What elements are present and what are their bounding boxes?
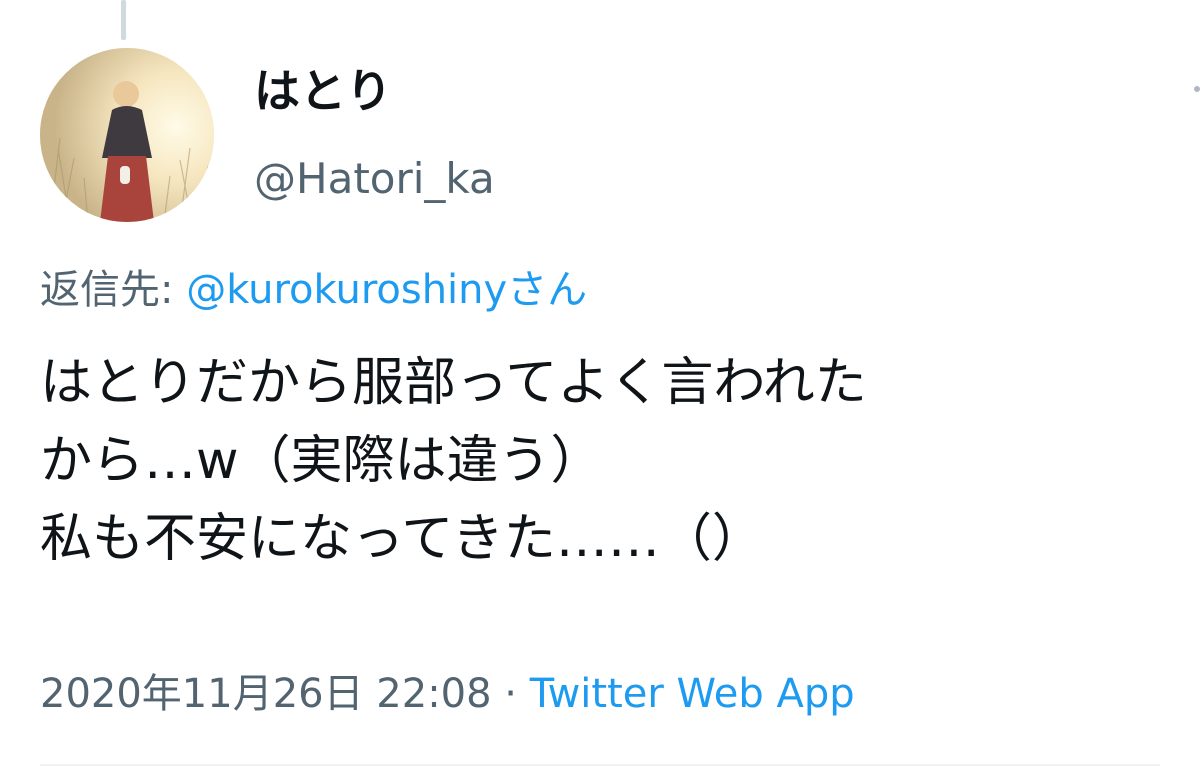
tweet-text: はとりだから服部ってよく言われた から…w（実際は違う） 私も不安になってきた…… xyxy=(40,344,1180,578)
avatar[interactable] xyxy=(40,48,214,222)
thread-connector-line xyxy=(121,0,126,40)
tweet-timestamp[interactable]: 2020年11月26日 22:08 xyxy=(40,671,492,717)
display-name[interactable]: はとり xyxy=(254,64,392,119)
tweet-source-link[interactable]: Twitter Web App xyxy=(530,671,855,717)
reply-to-line: 返信先: @kurokuroshinyさん xyxy=(40,266,587,314)
tweet-text-line: 私も不安になってきた……（） xyxy=(40,509,764,569)
meta-separator: · xyxy=(491,671,530,717)
user-handle[interactable]: @Hatori_ka xyxy=(254,154,495,204)
tweet-text-line: はとりだから服部ってよく言われた xyxy=(40,353,867,413)
tweet-text-line: から…w（実際は違う） xyxy=(40,431,603,491)
profile-photo-icon xyxy=(40,48,214,222)
edge-dot-icon xyxy=(1194,86,1200,92)
divider xyxy=(40,764,1160,766)
reply-mention-link[interactable]: @kurokuroshinyさん xyxy=(186,267,587,313)
tweet-meta: 2020年11月26日 22:08 · Twitter Web App xyxy=(40,670,855,718)
reply-to-prefix: 返信先: xyxy=(40,267,187,313)
